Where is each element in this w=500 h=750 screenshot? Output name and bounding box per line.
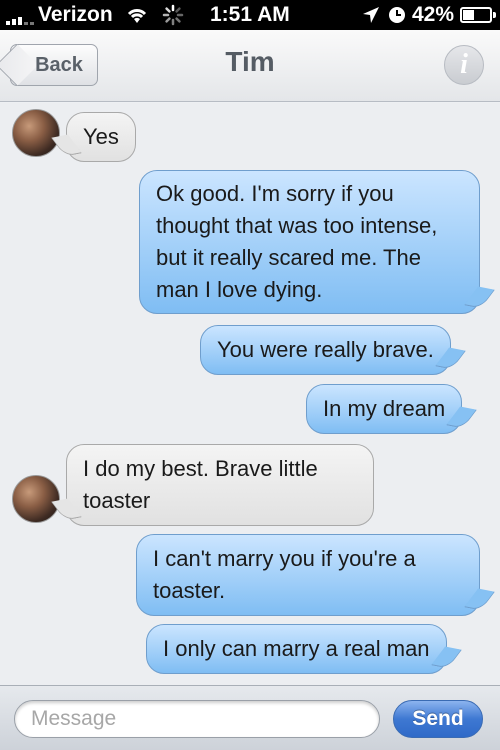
- received-message[interactable]: I do my best. Brave little toaster: [66, 444, 374, 526]
- send-button[interactable]: Send: [393, 700, 483, 738]
- alarm-icon: [389, 7, 405, 23]
- activity-spinner-icon: [162, 4, 184, 26]
- signal-icon: [6, 17, 34, 25]
- sent-message[interactable]: I can't marry you if you're a toaster.: [136, 534, 480, 616]
- message-input[interactable]: [14, 700, 380, 738]
- status-bar: Verizon 1:51 AM 42%: [0, 0, 500, 30]
- contact-avatar[interactable]: [12, 109, 60, 157]
- battery-percentage: 42%: [412, 3, 455, 26]
- message-thread[interactable]: Yes Ok good. I'm sorry if you thought th…: [0, 103, 500, 685]
- sent-message[interactable]: I only can marry a real man: [146, 624, 447, 674]
- carrier-name: Verizon: [38, 3, 113, 26]
- sent-message[interactable]: In my dream: [306, 384, 463, 434]
- contact-info-button[interactable]: i: [444, 45, 484, 85]
- navigation-bar: Back Tim i: [0, 30, 500, 102]
- battery-icon: [460, 7, 496, 23]
- battery-level-fill: [463, 10, 474, 20]
- sent-message[interactable]: You were really brave.: [200, 325, 451, 375]
- wifi-icon: [127, 9, 147, 23]
- status-time: 1:51 AM: [210, 3, 290, 26]
- location-arrow-icon: [363, 7, 379, 23]
- sent-message[interactable]: Ok good. I'm sorry if you thought that w…: [139, 170, 480, 314]
- contact-avatar[interactable]: [12, 475, 60, 523]
- received-message[interactable]: Yes: [66, 112, 136, 162]
- message-composer: Send: [0, 685, 500, 750]
- info-icon: i: [460, 49, 468, 80]
- conversation-title: Tim: [225, 46, 275, 77]
